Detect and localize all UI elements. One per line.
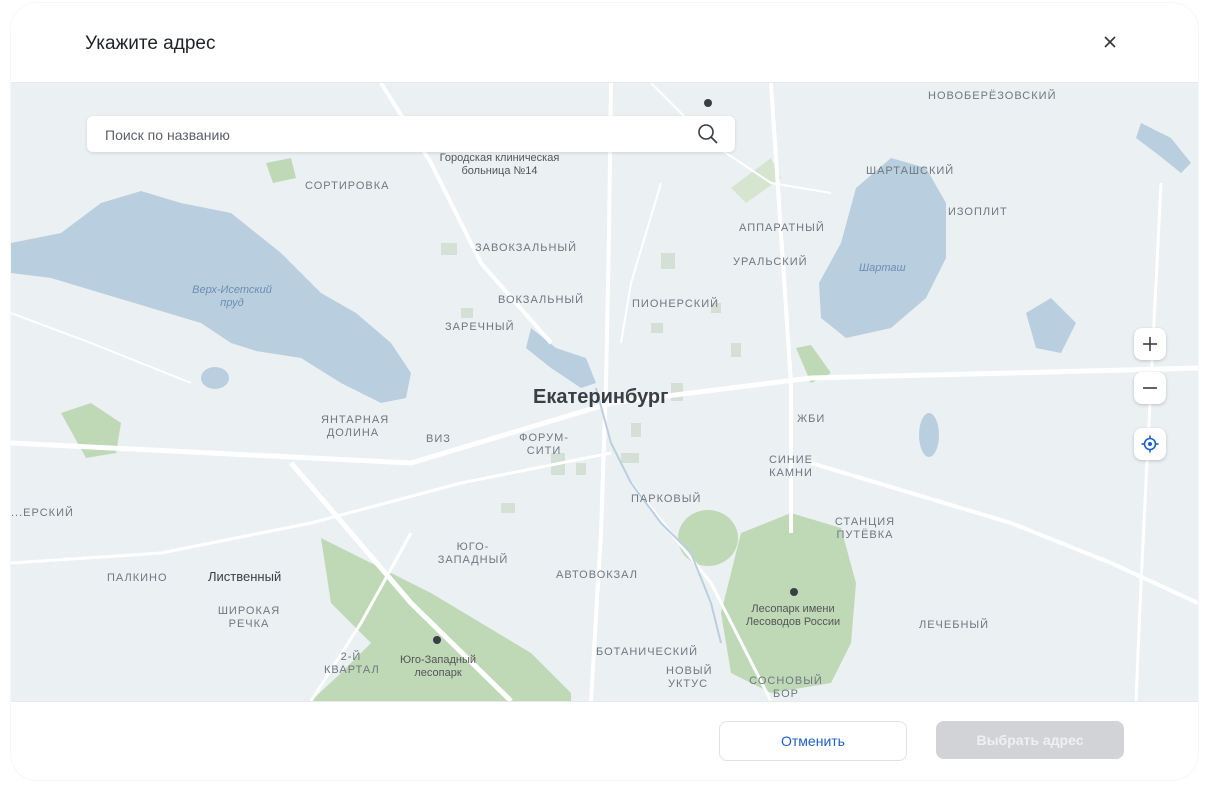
district-label: ШИРОКАЯ РЕЧКА xyxy=(217,605,281,630)
district-label: ЗАРЕЧНЫЙ xyxy=(445,321,515,333)
district-label: ВИЗ xyxy=(426,433,451,445)
map[interactable]: Екатеринбург НОВОБЕРЁЗОВСКИЙ Городская к… xyxy=(11,83,1198,701)
dialog-footer: Отменить Выбрать адрес xyxy=(11,701,1198,780)
dialog-title: Укажите адрес xyxy=(85,33,216,54)
district-label: 2-Й КВАРТАЛ xyxy=(324,651,380,676)
district-label: СИНИЕ КАМНИ xyxy=(768,454,814,479)
plus-icon xyxy=(1143,337,1157,351)
small-lake-east xyxy=(919,413,939,457)
district-label: СТАНЦИЯ ПУТЁВКА xyxy=(834,516,896,541)
dialog-header: Укажите адрес xyxy=(11,3,1198,83)
zoom-in-button[interactable] xyxy=(1134,328,1166,360)
hospital-label: Городская клиническая больница №14 xyxy=(439,152,560,177)
district-label: СОРТИРОВКА xyxy=(305,180,390,192)
poi-marker-1 xyxy=(790,588,798,596)
district-label: ЛЕЧЕБНЫЙ xyxy=(919,619,990,631)
lake-label: Верх-Исетский пруд xyxy=(192,284,272,309)
locate-button[interactable] xyxy=(1134,428,1166,460)
search-box xyxy=(87,116,735,152)
district-label: ШАРТАШСКИЙ xyxy=(866,165,955,177)
district-label: БОТАНИЧЕСКИЙ xyxy=(596,646,699,658)
poi-marker-2 xyxy=(433,636,441,644)
district-label: СОСНОВЫЙ БОР xyxy=(749,675,823,700)
close-button[interactable] xyxy=(1099,31,1121,53)
city-label: Екатеринбург xyxy=(533,386,669,408)
locate-icon xyxy=(1141,435,1159,453)
poi-marker-3 xyxy=(704,99,712,107)
district-label: ЗАВОКЗАЛЬНЫЙ xyxy=(475,242,578,254)
lake-label: Шарташ xyxy=(859,262,906,274)
district-label: ФОРУМ-СИТИ xyxy=(519,432,569,457)
park-1 xyxy=(678,510,738,566)
district-label: ВОКЗАЛЬНЫЙ xyxy=(498,294,585,306)
small-pond xyxy=(201,367,229,389)
district-label: ИЗОПЛИТ xyxy=(948,206,1008,218)
district-label: ЯНТАРНАЯ ДОЛИНА xyxy=(321,414,390,439)
district-label: АППАРАТНЫЙ xyxy=(739,222,825,234)
district-label: ПИОНЕРСКИЙ xyxy=(632,298,720,310)
district-label: ЖБИ xyxy=(797,413,826,425)
search-icon[interactable] xyxy=(697,123,719,145)
district-label: НОВЫЙ УКТУС xyxy=(666,665,713,690)
close-icon xyxy=(1104,36,1116,48)
park-label: Юго-Западный лесопарк xyxy=(399,654,477,679)
park-label: Лесопарк имени Лесоводов России xyxy=(745,603,841,628)
cancel-button[interactable]: Отменить xyxy=(719,721,907,761)
select-address-button[interactable]: Выбрать адрес xyxy=(936,721,1124,759)
district-label: АВТОВОКЗАЛ xyxy=(556,569,638,581)
district-label: УРАЛЬСКИЙ xyxy=(733,256,808,268)
district-label: ПАРКОВЫЙ xyxy=(631,493,702,505)
settlement-label: Лиственный xyxy=(208,569,282,584)
district-label: ПАЛКИНО xyxy=(107,572,168,584)
minus-icon xyxy=(1143,387,1157,389)
district-label: ЮГО-ЗАПАДНЫЙ xyxy=(437,541,509,566)
address-dialog: Укажите адрес Поиск по названию Екатерин… xyxy=(11,3,1198,780)
search-input[interactable] xyxy=(103,124,687,146)
zoom-out-button[interactable] xyxy=(1134,372,1166,404)
district-label: ...ЕРСКИЙ xyxy=(11,507,74,519)
district-label: НОВОБЕРЁЗОВСКИЙ xyxy=(928,90,1057,102)
